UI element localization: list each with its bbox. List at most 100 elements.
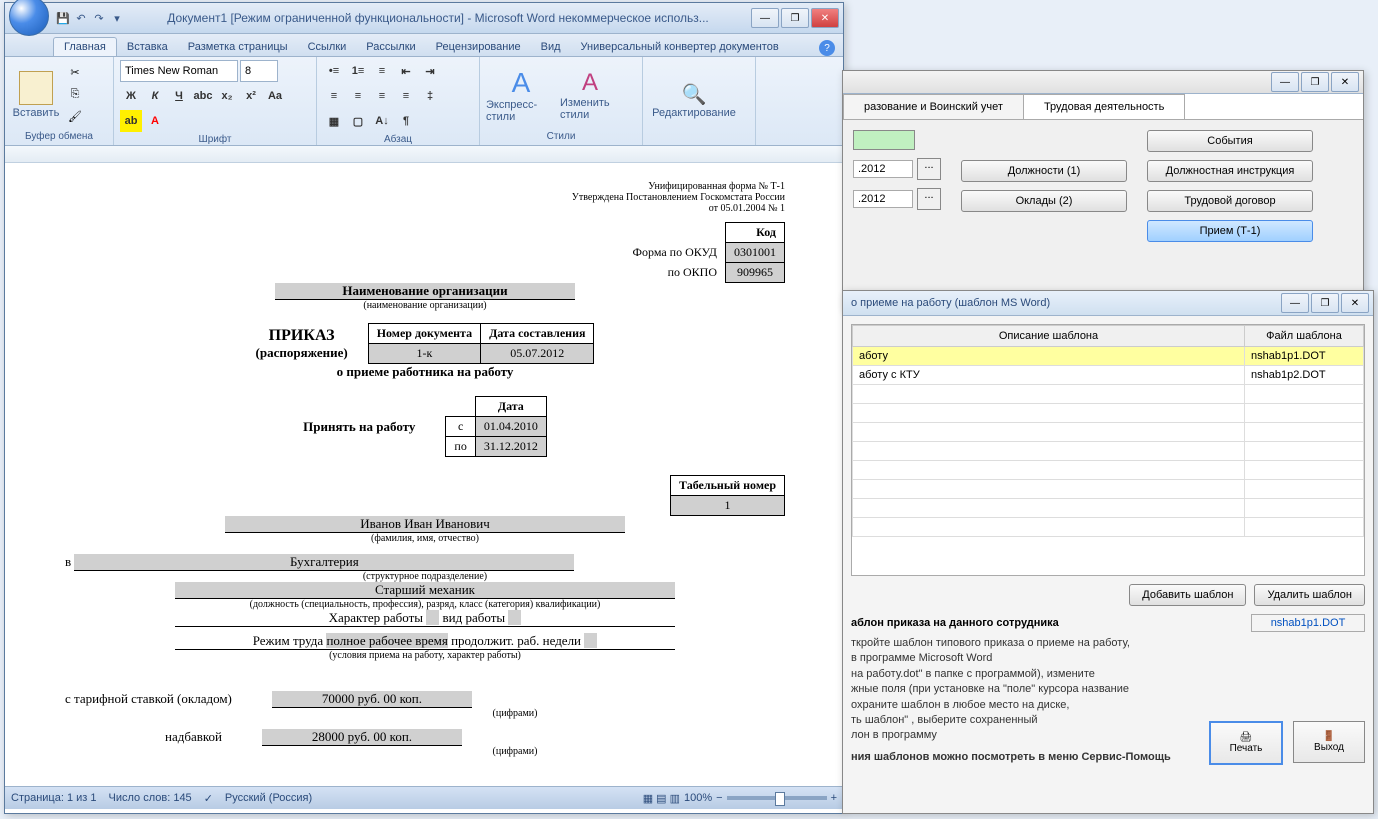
status-bar: Страница: 1 из 1 Число слов: 145 ✓ Русск… (5, 786, 843, 809)
zoom-slider[interactable] (727, 796, 827, 800)
tab-home[interactable]: Главная (53, 37, 117, 56)
format-painter-icon[interactable]: 🖌 (65, 107, 85, 127)
date-field-1[interactable]: .2012 (853, 160, 913, 178)
table-row[interactable] (853, 442, 1364, 461)
justify-icon[interactable]: ≡ (395, 85, 417, 107)
table-row[interactable] (853, 499, 1364, 518)
superscript-icon[interactable]: x² (240, 85, 262, 107)
green-field[interactable] (853, 130, 915, 150)
tab-education[interactable]: разование и Воинский учет (843, 94, 1024, 119)
language-status[interactable]: Русский (Россия) (225, 792, 312, 804)
ruler[interactable] (5, 146, 843, 163)
bold-icon[interactable]: Ж (120, 85, 142, 107)
salaries-button[interactable]: Оклады (2) (961, 190, 1127, 212)
multilevel-icon[interactable]: ≡ (371, 60, 393, 82)
cut-icon[interactable]: ✂ (65, 63, 85, 83)
tab-references[interactable]: Ссылки (298, 38, 357, 56)
minimize-button[interactable]: — (751, 8, 779, 28)
italic-icon[interactable]: К (144, 85, 166, 107)
maximize-button[interactable]: ❐ (781, 8, 809, 28)
tab-layout[interactable]: Разметка страницы (178, 38, 298, 56)
paste-button[interactable]: Вставить (11, 62, 61, 128)
tab-review[interactable]: Рецензирование (426, 38, 531, 56)
table-row[interactable] (853, 404, 1364, 423)
tab-converter[interactable]: Универсальный конвертер документов (571, 38, 789, 56)
font-name-select[interactable] (120, 60, 238, 82)
date-picker-button[interactable]: ... (917, 188, 941, 210)
close-button[interactable]: ✕ (811, 8, 839, 28)
maximize-button[interactable]: ❐ (1311, 293, 1339, 313)
col-description[interactable]: Описание шаблона (853, 326, 1245, 347)
word-count[interactable]: Число слов: 145 (109, 792, 192, 804)
date-picker-button[interactable]: ... (917, 158, 941, 180)
zoom-out-icon[interactable]: − (716, 792, 722, 804)
editing-button[interactable]: 🔍Редактирование (649, 67, 739, 133)
zoom-level[interactable]: 100% (684, 792, 712, 804)
events-button[interactable]: События (1147, 130, 1313, 152)
tab-insert[interactable]: Вставка (117, 38, 178, 56)
spell-check-icon[interactable]: ✓ (204, 792, 213, 805)
numbering-icon[interactable]: 1≡ (347, 60, 369, 82)
date-field-2[interactable]: .2012 (853, 190, 913, 208)
table-row[interactable]: аботу с КТУnshab1p2.DOT (853, 366, 1364, 385)
case-icon[interactable]: Aa (264, 85, 286, 107)
qat-dropdown-icon[interactable]: ▾ (109, 10, 125, 26)
tab-labor-activity[interactable]: Трудовая деятельность (1023, 94, 1185, 119)
shading-icon[interactable]: ▦ (323, 110, 345, 132)
minimize-button[interactable]: — (1271, 72, 1299, 92)
labor-contract-button[interactable]: Трудовой договор (1147, 190, 1313, 212)
close-button[interactable]: ✕ (1331, 72, 1359, 92)
table-row[interactable] (853, 461, 1364, 480)
close-button[interactable]: ✕ (1341, 293, 1369, 313)
change-styles-button[interactable]: AИзменить стили (560, 62, 620, 128)
strike-icon[interactable]: abc (192, 85, 214, 107)
sort-icon[interactable]: A↓ (371, 110, 393, 132)
outdent-icon[interactable]: ⇤ (395, 60, 417, 82)
print-button[interactable]: 🖨Печать (1209, 721, 1283, 765)
line-spacing-icon[interactable]: ‡ (419, 85, 441, 107)
font-color-icon[interactable]: A (144, 110, 166, 132)
subscript-icon[interactable]: x₂ (216, 85, 238, 107)
borders-icon[interactable]: ▢ (347, 110, 369, 132)
tab-view[interactable]: Вид (531, 38, 571, 56)
col-filename[interactable]: Файл шаблона (1245, 326, 1364, 347)
align-left-icon[interactable]: ≡ (323, 85, 345, 107)
view-icons[interactable]: ▦ ▤ ▥ (643, 792, 680, 805)
maximize-button[interactable]: ❐ (1301, 72, 1329, 92)
underline-icon[interactable]: Ч (168, 85, 190, 107)
highlight-icon[interactable]: ab (120, 110, 142, 132)
template-grid[interactable]: Описание шаблонаФайл шаблона аботуnshab1… (851, 324, 1365, 576)
delete-template-button[interactable]: Удалить шаблон (1254, 584, 1365, 606)
save-icon[interactable]: 💾 (55, 10, 71, 26)
table-row[interactable] (853, 423, 1364, 442)
redo-icon[interactable]: ↷ (91, 10, 107, 26)
hiring-t1-button[interactable]: Прием (Т-1) (1147, 220, 1313, 242)
document-area[interactable]: Унифицированная форма № Т-1 Утверждена П… (5, 146, 843, 786)
exit-button[interactable]: 🚪Выход (1293, 721, 1365, 763)
show-marks-icon[interactable]: ¶ (395, 110, 417, 132)
rasporyazhenie: (распоряжение) (256, 345, 348, 361)
page-status[interactable]: Страница: 1 из 1 (11, 792, 97, 804)
tab-mailings[interactable]: Рассылки (356, 38, 425, 56)
selected-template-field[interactable]: nshab1p1.DOT (1251, 614, 1365, 632)
cont-label: продолжит. раб. недели (451, 633, 581, 648)
table-row[interactable] (853, 385, 1364, 404)
table-row[interactable]: аботуnshab1p1.DOT (853, 347, 1364, 366)
job-instruction-button[interactable]: Должностная инструкция (1147, 160, 1313, 182)
zoom-in-icon[interactable]: + (831, 792, 837, 804)
align-right-icon[interactable]: ≡ (371, 85, 393, 107)
font-size-select[interactable] (240, 60, 278, 82)
bullets-icon[interactable]: •≡ (323, 60, 345, 82)
table-row[interactable] (853, 480, 1364, 499)
office-button-icon[interactable] (9, 0, 49, 36)
add-template-button[interactable]: Добавить шаблон (1129, 584, 1246, 606)
undo-icon[interactable]: ↶ (73, 10, 89, 26)
positions-button[interactable]: Должности (1) (961, 160, 1127, 182)
quick-styles-button[interactable]: AЭкспресс-стили (486, 62, 556, 128)
indent-icon[interactable]: ⇥ (419, 60, 441, 82)
copy-icon[interactable]: ⎘ (65, 85, 85, 105)
minimize-button[interactable]: — (1281, 293, 1309, 313)
help-icon[interactable]: ? (819, 40, 835, 56)
align-center-icon[interactable]: ≡ (347, 85, 369, 107)
table-row[interactable] (853, 518, 1364, 537)
